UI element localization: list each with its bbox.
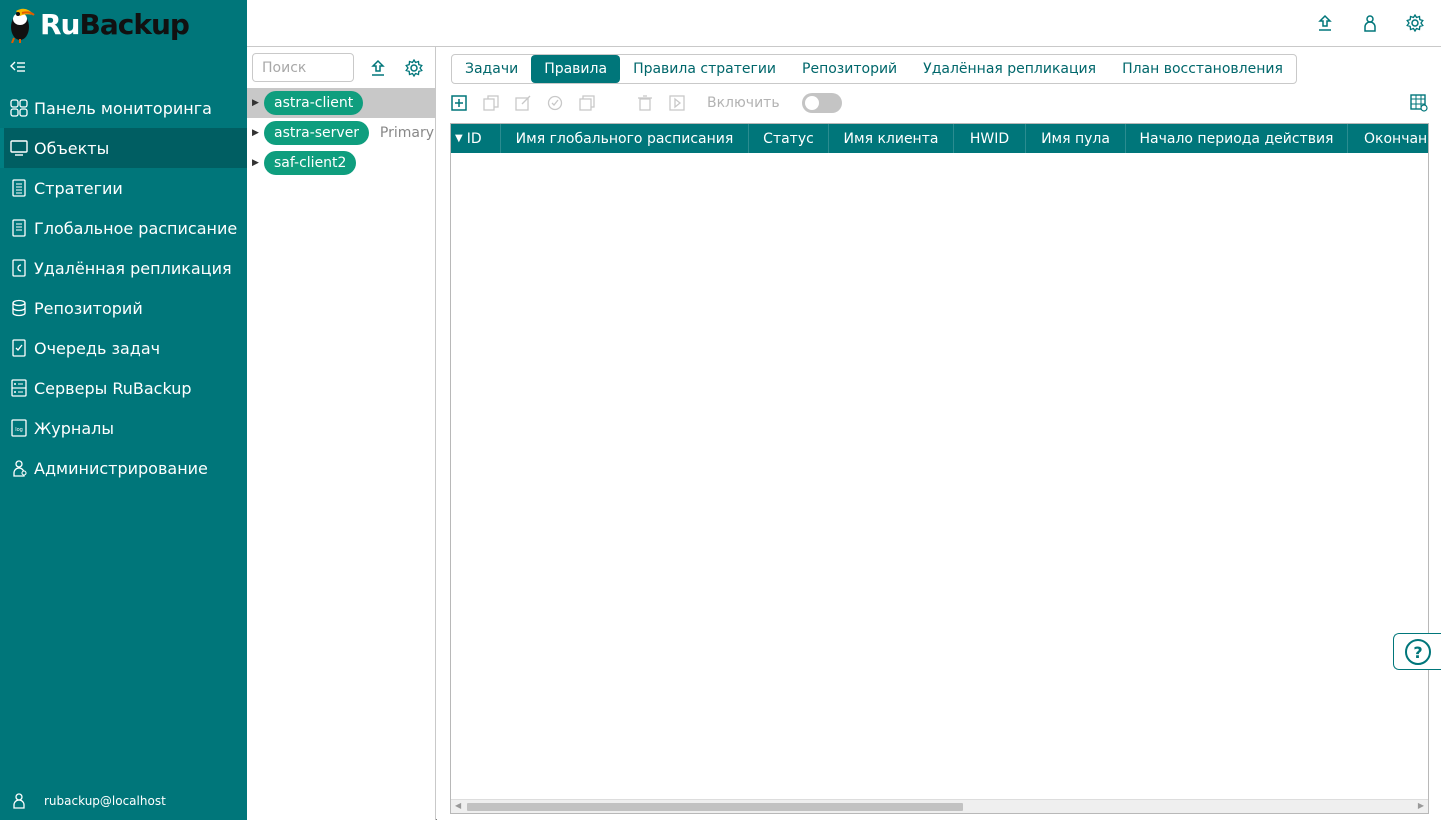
sidebar-item-label: Стратегии	[34, 178, 123, 198]
dashboard-icon	[10, 99, 28, 117]
user-icon	[13, 793, 25, 809]
client-tree-panel: ▶ astra-client ▶ astra-server Primary ▶ …	[247, 47, 436, 820]
tab-recovery-plan[interactable]: План восстановления	[1109, 55, 1296, 83]
sidebar-item-label: Репозиторий	[34, 298, 143, 318]
column-header-period-start[interactable]: Начало периода действия	[1126, 124, 1348, 153]
sidebar-item-repository[interactable]: Репозиторий	[0, 288, 247, 328]
column-header-period-end[interactable]: Окончание	[1348, 124, 1428, 153]
help-icon: ?	[1404, 638, 1431, 665]
expand-arrow-icon[interactable]: ▶	[252, 158, 260, 168]
column-header-pool-name[interactable]: Имя пула	[1026, 124, 1126, 153]
sidebar-item-objects[interactable]: Объекты	[0, 128, 247, 168]
user-icon[interactable]	[1360, 13, 1380, 33]
tree-item-client[interactable]: ▶ saf-client2	[247, 148, 436, 178]
delete-icon[interactable]	[637, 95, 653, 111]
column-header-schedule-name[interactable]: Имя глобального расписания	[501, 124, 749, 153]
rules-table: ▼ ID Имя глобального расписания Статус Им…	[450, 123, 1429, 814]
sidebar-item-label: Администрирование	[34, 458, 208, 478]
checklist-icon	[10, 339, 28, 357]
tab-repository[interactable]: Репозиторий	[789, 55, 910, 83]
check-status-icon[interactable]	[547, 95, 563, 111]
tree-item-client[interactable]: ▶ astra-server Primary	[247, 118, 436, 148]
sidebar: RuBackup Панель мониторинга Объекты Стра…	[0, 0, 247, 820]
tab-remote-replication[interactable]: Удалённая репликация	[910, 55, 1109, 83]
sidebar-item-label: Очередь задач	[34, 338, 161, 358]
sidebar-item-task-queue[interactable]: Очередь задач	[0, 328, 247, 368]
app-name: RuBackup	[40, 7, 190, 41]
expand-arrow-icon[interactable]: ▶	[252, 128, 260, 138]
sidebar-item-label: Журналы	[34, 418, 114, 438]
enable-toggle[interactable]	[801, 93, 842, 113]
table-header: ▼ ID Имя глобального расписания Статус Им…	[451, 124, 1428, 153]
duplicate-icon[interactable]	[579, 95, 595, 111]
rules-toolbar: Включить	[451, 93, 842, 113]
client-chip[interactable]: astra-client	[264, 91, 364, 115]
sidebar-item-servers[interactable]: Серверы RuBackup	[0, 368, 247, 408]
app-logo: RuBackup	[6, 4, 190, 44]
sidebar-item-logs[interactable]: log Журналы	[0, 408, 247, 448]
user-name: rubackup@localhost	[44, 794, 166, 808]
sidebar-item-label: Объекты	[34, 138, 110, 158]
document-icon	[10, 219, 28, 237]
client-role: Primary	[379, 125, 434, 141]
logo-ru-text: Ru	[40, 7, 80, 41]
expand-arrow-icon[interactable]: ▶	[252, 98, 260, 108]
svg-text:log: log	[15, 427, 23, 433]
scroll-right-arrow-icon[interactable]: ▶	[1418, 801, 1424, 810]
sidebar-item-label: Серверы RuBackup	[34, 378, 192, 398]
enable-label: Включить	[707, 95, 780, 111]
search-input[interactable]	[252, 53, 354, 82]
sidebar-item-strategies[interactable]: Стратегии	[0, 168, 247, 208]
sidebar-item-administration[interactable]: Администрирование	[0, 448, 247, 488]
scroll-left-arrow-icon[interactable]: ◀	[455, 801, 461, 810]
sidebar-item-global-schedule[interactable]: Глобальное расписание	[0, 208, 247, 248]
column-header-status[interactable]: Статус	[749, 124, 829, 153]
column-header-id[interactable]: ▼ ID	[451, 124, 501, 153]
upload-icon[interactable]	[1315, 13, 1335, 33]
toucan-logo-icon	[11, 8, 35, 43]
help-glyph: ?	[1413, 643, 1422, 662]
copy-icon[interactable]	[483, 95, 499, 111]
settings-icon[interactable]	[404, 58, 424, 78]
sidebar-item-label: Удалённая репликация	[34, 258, 232, 278]
sidebar-item-dashboard[interactable]: Панель мониторинга	[0, 88, 247, 128]
sidebar-item-remote-replication[interactable]: Удалённая репликация	[0, 248, 247, 288]
horizontal-scrollbar[interactable]: ◀ ▶	[451, 799, 1428, 813]
tab-rules[interactable]: Правила	[531, 55, 621, 83]
sort-desc-icon[interactable]: ▼	[455, 133, 463, 144]
monitor-icon	[10, 139, 28, 157]
sidebar-item-label: Панель мониторинга	[34, 98, 212, 118]
settings-icon[interactable]	[1405, 13, 1425, 33]
tab-strategy-rules[interactable]: Правила стратегии	[620, 55, 789, 83]
edit-icon[interactable]	[515, 95, 531, 111]
current-user[interactable]: rubackup@localhost	[12, 793, 166, 809]
admin-user-icon	[10, 459, 28, 477]
tree-item-client[interactable]: ▶ astra-client	[247, 88, 436, 118]
tab-tasks[interactable]: Задачи	[452, 55, 531, 83]
replication-icon	[10, 259, 28, 277]
column-header-client-name[interactable]: Имя клиента	[829, 124, 954, 153]
log-icon: log	[10, 419, 28, 437]
column-header-hwid[interactable]: HWID	[954, 124, 1026, 153]
upload-icon[interactable]	[368, 58, 388, 78]
table-settings-icon[interactable]	[1410, 94, 1428, 112]
client-chip[interactable]: astra-server	[264, 121, 370, 145]
collapse-menu-icon[interactable]	[10, 60, 26, 74]
scrollbar-thumb[interactable]	[467, 803, 963, 811]
logo-backup-text: Backup	[79, 7, 190, 41]
document-list-icon	[10, 179, 28, 197]
top-bar	[247, 0, 1441, 47]
main-content: Задачи Правила Правила стратегии Репозит…	[437, 47, 1441, 820]
server-icon	[10, 379, 28, 397]
tab-bar: Задачи Правила Правила стратегии Репозит…	[451, 54, 1297, 84]
run-icon[interactable]	[669, 95, 685, 111]
help-button[interactable]: ?	[1393, 633, 1441, 670]
add-icon[interactable]	[451, 95, 467, 111]
column-label: ID	[466, 130, 482, 147]
client-chip[interactable]: saf-client2	[264, 151, 357, 175]
sidebar-item-label: Глобальное расписание	[34, 218, 238, 238]
database-icon	[10, 299, 28, 317]
sidebar-nav: Панель мониторинга Объекты Стратегии Гло…	[0, 88, 247, 488]
